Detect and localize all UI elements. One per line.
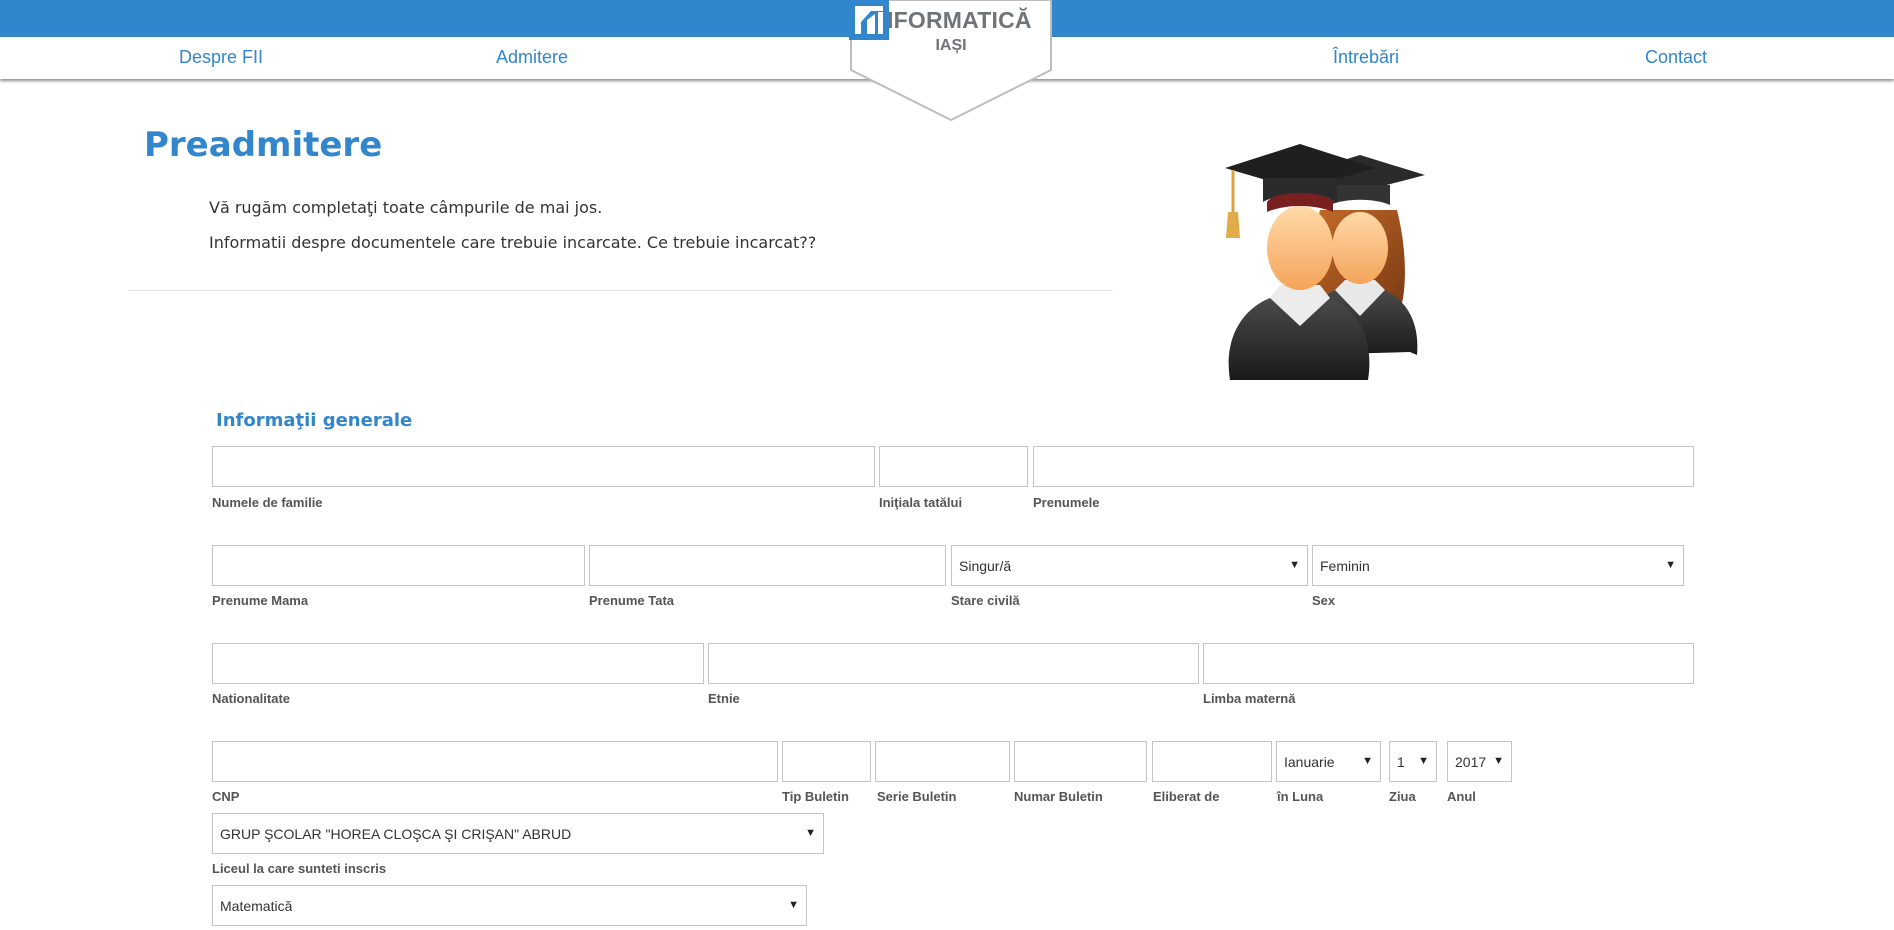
header-divider: [128, 290, 1113, 291]
chevron-down-icon: ▼: [1493, 755, 1504, 767]
id-series-input[interactable]: [875, 741, 1010, 782]
first-name-input[interactable]: [1033, 446, 1694, 487]
first-name-label: Prenumele: [1033, 495, 1100, 510]
id-series-label: Serie Buletin: [877, 789, 957, 804]
cnp-label: CNP: [212, 789, 240, 804]
year-value: 2017: [1455, 753, 1487, 770]
id-number-label: Numar Buletin: [1014, 789, 1103, 804]
documents-info-text: Informatii despre documentele care trebu…: [209, 233, 817, 252]
cnp-input[interactable]: [212, 741, 778, 782]
father-initial-input[interactable]: [879, 446, 1028, 487]
sex-value: Feminin: [1320, 557, 1370, 574]
chevron-down-icon: ▼: [1289, 559, 1300, 571]
father-initial-label: Iniţiala tatălui: [879, 495, 963, 510]
graduates-icon: [1225, 144, 1425, 380]
month-label: în Luna: [1277, 789, 1324, 804]
day-select[interactable]: 1 ▼: [1389, 741, 1437, 782]
father-name-label: Prenume Tata: [589, 593, 675, 608]
mother-tongue-input[interactable]: [1203, 643, 1694, 684]
nationality-input[interactable]: [212, 643, 704, 684]
marital-status-value: Singur/ă: [959, 557, 1012, 574]
id-type-input[interactable]: [782, 741, 871, 782]
nav-intrebari[interactable]: Întrebări: [1333, 47, 1399, 68]
month-value: Ianuarie: [1284, 753, 1335, 770]
month-select[interactable]: Ianuarie ▼: [1276, 741, 1381, 782]
high-school-value: GRUP ŞCOLAR "HOREA CLOŞCA ŞI CRIŞAN" ABR…: [220, 825, 572, 842]
year-select[interactable]: 2017 ▼: [1447, 741, 1512, 782]
mother-name-label: Prenume Mama: [212, 593, 309, 608]
issued-by-label: Eliberat de: [1153, 789, 1220, 804]
marital-status-label: Stare civilă: [951, 593, 1020, 608]
informatica-logo-icon[interactable]: INFORMATICĂ IAȘI: [849, 0, 1053, 122]
mother-tongue-label: Limba maternă: [1203, 691, 1296, 706]
ethnicity-label: Etnie: [708, 691, 740, 706]
id-number-input[interactable]: [1014, 741, 1147, 782]
nav-admitere[interactable]: Admitere: [496, 47, 568, 68]
fii-mark-icon: [849, 0, 889, 40]
chevron-down-icon: ▼: [805, 827, 816, 839]
profile-value: Matematică: [220, 897, 293, 914]
chevron-down-icon: ▼: [1362, 755, 1373, 767]
nav-despre-fii[interactable]: Despre FII: [179, 47, 263, 68]
chevron-down-icon: ▼: [1665, 559, 1676, 571]
chevron-down-icon: ▼: [788, 899, 799, 911]
page-title: Preadmitere: [144, 125, 383, 165]
nationality-label: Nationalitate: [212, 691, 291, 706]
day-value: 1: [1397, 753, 1405, 770]
intro-text: Vă rugăm completaţi toate câmpurile de m…: [209, 198, 603, 217]
day-label: Ziua: [1389, 789, 1416, 804]
sex-label: Sex: [1312, 593, 1336, 608]
marital-status-select[interactable]: Singur/ă ▼: [951, 545, 1308, 586]
last-name-label: Numele de familie: [212, 495, 323, 510]
sex-select[interactable]: Feminin ▼: [1312, 545, 1684, 586]
section-title-general-info: Informaţii generale: [216, 410, 413, 431]
mother-name-input[interactable]: [212, 545, 585, 586]
chevron-down-icon: ▼: [1418, 755, 1429, 767]
high-school-label: Liceul la care sunteti inscris: [212, 861, 387, 876]
nav-contact[interactable]: Contact: [1645, 47, 1707, 68]
issued-by-input[interactable]: [1152, 741, 1272, 782]
high-school-select[interactable]: GRUP ŞCOLAR "HOREA CLOŞCA ŞI CRIŞAN" ABR…: [212, 813, 824, 854]
last-name-input[interactable]: [212, 446, 875, 487]
id-type-label: Tip Buletin: [782, 789, 849, 804]
year-label: Anul: [1447, 789, 1476, 804]
father-name-input[interactable]: [589, 545, 946, 586]
profile-select[interactable]: Matematică ▼: [212, 885, 807, 926]
ethnicity-input[interactable]: [708, 643, 1199, 684]
